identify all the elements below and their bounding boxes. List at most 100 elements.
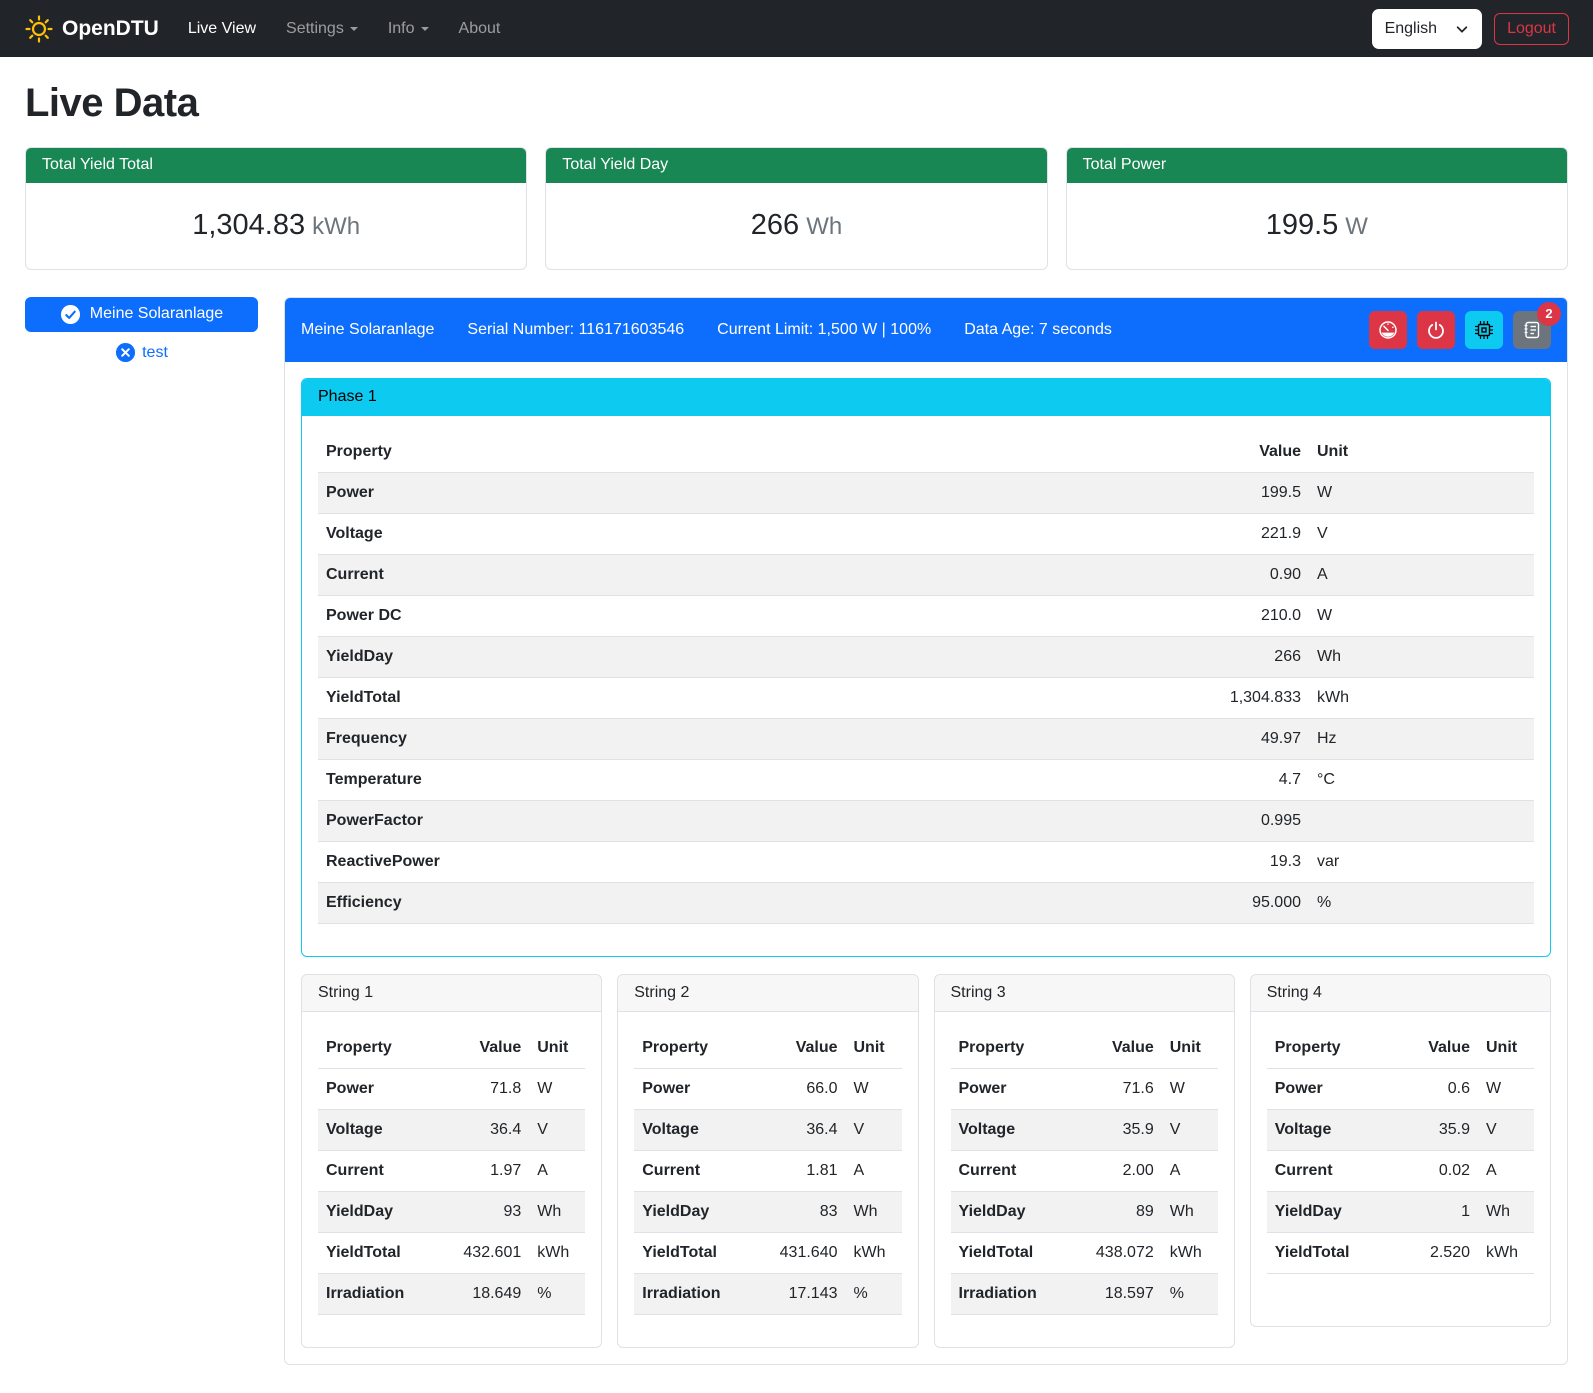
- property-cell: Voltage: [1267, 1109, 1386, 1150]
- journal-icon: [1522, 320, 1542, 340]
- table-row: Irradiation18.597%: [951, 1273, 1218, 1314]
- column-header: Value: [437, 1028, 529, 1069]
- property-cell: Irradiation: [951, 1273, 1070, 1314]
- unit-cell: W: [529, 1068, 585, 1109]
- table-row: Frequency49.97Hz: [318, 718, 1534, 759]
- unit-cell: W: [1309, 472, 1534, 513]
- property-cell: Power: [318, 472, 1179, 513]
- inverter-panel-header: Meine Solaranlage Serial Number: 1161716…: [285, 298, 1567, 362]
- string-table: Property Value Unit Power0.6WVoltage35.9…: [1267, 1028, 1534, 1274]
- sidebar-item-meine-solaranlage[interactable]: Meine Solaranlage: [25, 297, 258, 332]
- content-row: Meine Solaranlage test Meine Solaranlage…: [25, 297, 1568, 1365]
- string-card-4: String 4 Property Value Unit: [1250, 974, 1551, 1327]
- summary-card-title: Total Yield Total: [26, 148, 526, 183]
- value-cell: 221.9: [1179, 513, 1309, 554]
- check-circle-icon: [60, 304, 81, 325]
- property-cell: ReactivePower: [318, 841, 1179, 882]
- unit-cell: Hz: [1309, 718, 1534, 759]
- string-table: Property Value Unit Power66.0WVoltage36.…: [634, 1028, 901, 1315]
- nav-item-live-view[interactable]: Live View: [173, 9, 271, 49]
- unit-cell: W: [846, 1068, 902, 1109]
- power-button[interactable]: [1417, 311, 1455, 349]
- property-cell: Voltage: [318, 513, 1179, 554]
- page-title: Live Data: [25, 73, 1568, 133]
- column-header: Unit: [846, 1028, 902, 1069]
- summary-value: 1,304.83: [192, 209, 305, 241]
- value-cell: 66.0: [754, 1068, 846, 1109]
- value-cell: 431.640: [754, 1232, 846, 1273]
- unit-cell: Wh: [846, 1191, 902, 1232]
- brand[interactable]: OpenDTU: [24, 13, 159, 45]
- property-cell: Current: [1267, 1150, 1386, 1191]
- event-log-button[interactable]: 2: [1513, 311, 1551, 349]
- event-count-badge: 2: [1537, 302, 1561, 326]
- table-row: YieldTotal1,304.833kWh: [318, 677, 1534, 718]
- inverter-panel: Meine Solaranlage Serial Number: 1161716…: [284, 297, 1568, 1365]
- column-header: Property: [318, 1028, 437, 1069]
- property-cell: PowerFactor: [318, 800, 1179, 841]
- unit-cell: °C: [1309, 759, 1534, 800]
- sidebar-item-test[interactable]: test: [25, 341, 258, 365]
- table-row: Voltage36.4V: [318, 1109, 585, 1150]
- value-cell: 1.97: [437, 1150, 529, 1191]
- unit-cell: A: [529, 1150, 585, 1191]
- device-info-button[interactable]: [1465, 311, 1503, 349]
- unit-cell: %: [846, 1273, 902, 1314]
- nav-item-settings[interactable]: Settings: [271, 9, 373, 49]
- logout-button[interactable]: Logout: [1494, 13, 1569, 45]
- value-cell: 2.520: [1386, 1232, 1478, 1273]
- summary-card-body: 199.5W: [1067, 183, 1567, 269]
- phase-card-body: Property Value Unit Power199.5WVoltage22…: [302, 416, 1550, 956]
- gauge-icon: [1378, 320, 1398, 340]
- table-row: Power66.0W: [634, 1068, 901, 1109]
- table-header-row: Property Value Unit: [1267, 1028, 1534, 1069]
- nav-links: Live View Settings Info About: [173, 9, 516, 49]
- summary-card-total-yield-day: Total Yield Day 266Wh: [545, 147, 1047, 270]
- property-cell: YieldDay: [318, 1191, 437, 1232]
- string-card-title: String 4: [1251, 975, 1550, 1012]
- column-header: Property: [634, 1028, 753, 1069]
- nav-item-info[interactable]: Info: [373, 9, 444, 49]
- table-row: ReactivePower19.3var: [318, 841, 1534, 882]
- chevron-down-icon: [350, 27, 358, 31]
- nav-item-about[interactable]: About: [444, 9, 516, 49]
- unit-cell: Wh: [1309, 636, 1534, 677]
- string-table: Property Value Unit Power71.6WVoltage35.…: [951, 1028, 1218, 1315]
- unit-cell: %: [1309, 882, 1534, 923]
- inverter-limit: Current Limit: 1,500 W | 100%: [717, 318, 931, 342]
- table-row: Power199.5W: [318, 472, 1534, 513]
- value-cell: 36.4: [437, 1109, 529, 1150]
- table-row: PowerFactor0.995: [318, 800, 1534, 841]
- nav-right: English Logout: [1372, 9, 1569, 49]
- table-row: Current0.90A: [318, 554, 1534, 595]
- inverter-serial: Serial Number: 116171603546: [467, 318, 684, 342]
- unit-cell: V: [529, 1109, 585, 1150]
- limit-settings-button[interactable]: [1369, 311, 1407, 349]
- value-cell: 19.3: [1179, 841, 1309, 882]
- chevron-down-icon: [421, 27, 429, 31]
- table-row: Power71.8W: [318, 1068, 585, 1109]
- string-card-title: String 1: [302, 975, 601, 1012]
- property-cell: YieldDay: [951, 1191, 1070, 1232]
- unit-cell: kWh: [1162, 1232, 1218, 1273]
- language-select[interactable]: English: [1372, 9, 1482, 49]
- column-header: Property: [318, 432, 1179, 473]
- property-cell: Frequency: [318, 718, 1179, 759]
- string-card-title: String 3: [935, 975, 1234, 1012]
- unit-cell: A: [1309, 554, 1534, 595]
- string-card-body: Property Value Unit Power66.0WVoltage36.…: [618, 1012, 917, 1347]
- table-row: Power0.6W: [1267, 1068, 1534, 1109]
- property-cell: Voltage: [318, 1109, 437, 1150]
- phase-card: Phase 1 Property Value Unit P: [301, 378, 1551, 957]
- property-cell: Power: [318, 1068, 437, 1109]
- property-cell: YieldDay: [318, 636, 1179, 677]
- value-cell: 432.601: [437, 1232, 529, 1273]
- value-cell: 83: [754, 1191, 846, 1232]
- property-cell: Voltage: [951, 1109, 1070, 1150]
- table-row: Power71.6W: [951, 1068, 1218, 1109]
- value-cell: 17.143: [754, 1273, 846, 1314]
- value-cell: 35.9: [1070, 1109, 1162, 1150]
- table-row: YieldTotal438.072kWh: [951, 1232, 1218, 1273]
- property-cell: Irradiation: [634, 1273, 753, 1314]
- unit-cell: Wh: [1478, 1191, 1534, 1232]
